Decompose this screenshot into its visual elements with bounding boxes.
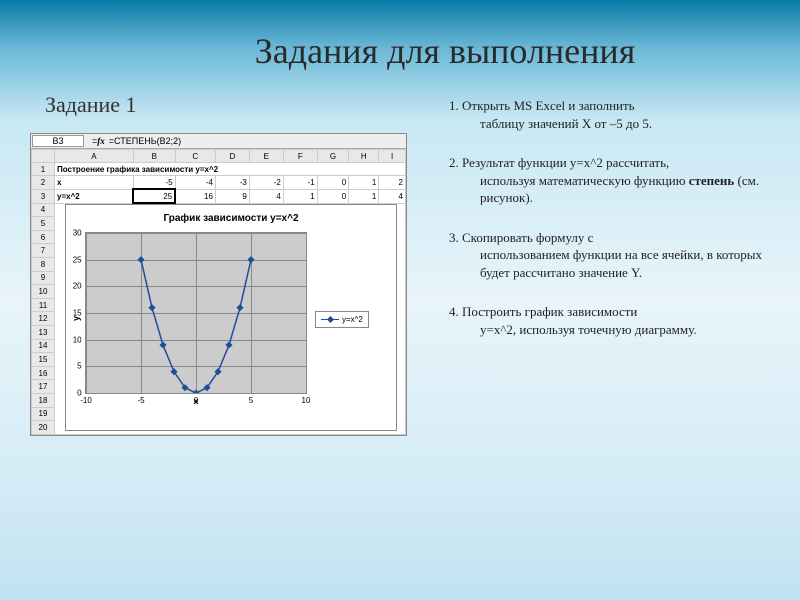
plot-area: 302520151050-10-50510 [85,232,307,394]
chart-title: График зависимости y=x^2 [66,213,396,224]
task-subtitle: Задание 1 [45,92,410,118]
formula-text: =СТЕПЕНЬ(B2;2) [109,136,181,146]
formula-bar: B3 = fx =СТЕПЕНЬ(B2;2) [31,134,406,149]
instruction-item: Скопировать формулу сиспользованием функ… [462,229,770,282]
excel-screenshot: B3 = fx =СТЕПЕНЬ(B2;2) ABCDEFGHI 1Постро… [30,133,407,436]
instruction-item: Построить график зависимостиy=x^2, испол… [462,303,770,338]
chart-legend: y=x^2 [315,311,369,328]
name-box: B3 [32,135,84,147]
fx-icon: fx [97,136,105,146]
page-title: Задания для выполнения [120,30,770,72]
spreadsheet-grid: ABCDEFGHI 1Построение графика зависимост… [31,149,406,435]
instruction-item: Результат функции y=x^2 рассчитать,испол… [462,154,770,207]
embedded-chart: График зависимости y=x^2 y 302520151050-… [65,204,397,431]
instructions-panel: Открыть MS Excel и заполнитьтаблицу знач… [440,92,770,436]
instruction-item: Открыть MS Excel и заполнитьтаблицу знач… [462,97,770,132]
